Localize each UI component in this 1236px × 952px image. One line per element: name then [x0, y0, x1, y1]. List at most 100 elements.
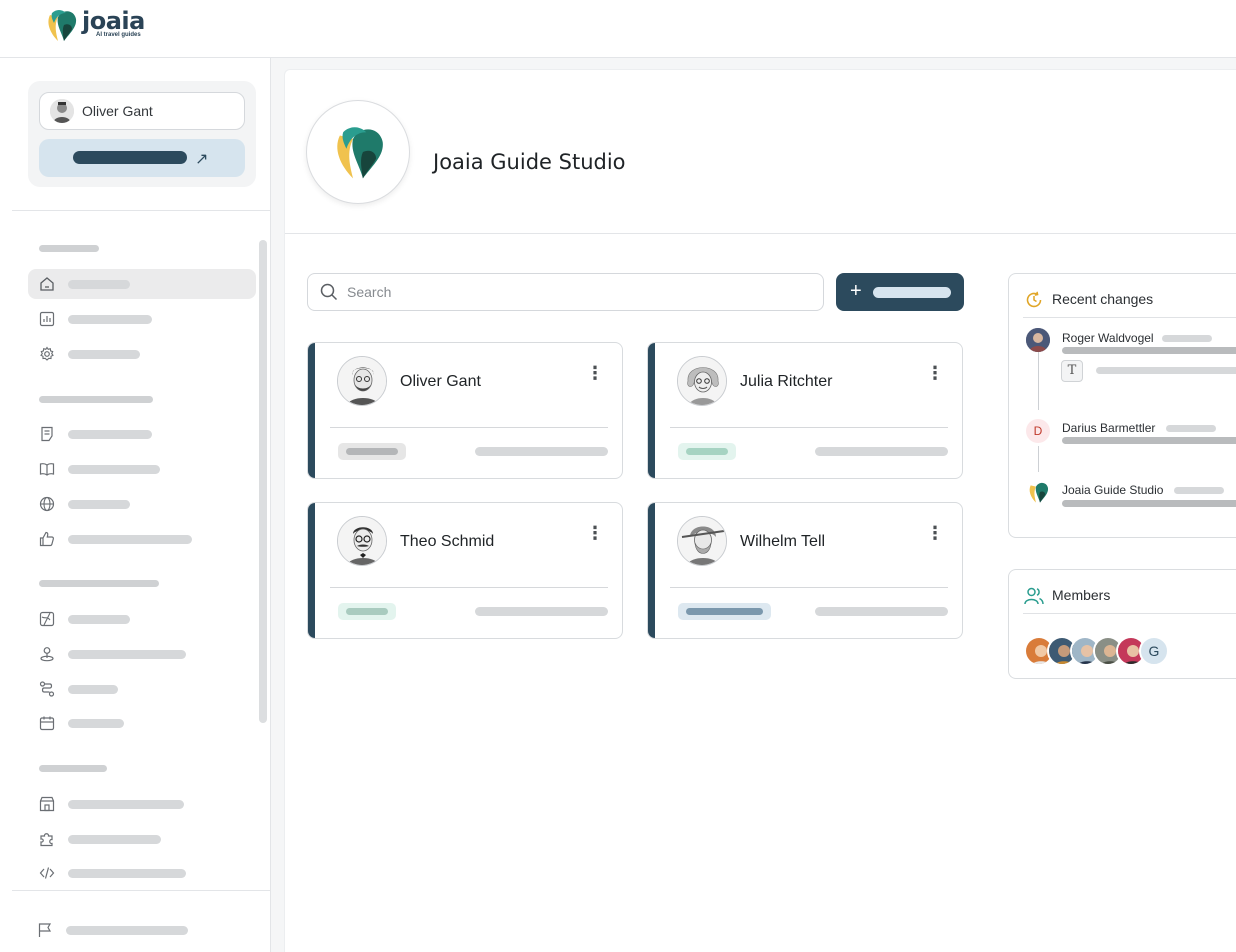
card-accent [648, 503, 655, 638]
nav-label-placeholder [68, 535, 192, 544]
change-avatar-initial: D [1026, 419, 1050, 443]
member-avatars: G [1024, 636, 1169, 666]
page-title: Joaia Guide Studio [433, 150, 626, 174]
guide-name: Julia Ritchter [740, 373, 833, 390]
nav-item-home[interactable] [28, 269, 256, 299]
nav-item-feedback[interactable] [28, 524, 256, 554]
change-time-placeholder [1166, 425, 1216, 432]
search-input[interactable] [347, 284, 787, 300]
panel-divider [1023, 613, 1236, 614]
more-options-icon[interactable]: ⋮ [586, 523, 604, 543]
puzzle-icon [40, 833, 53, 847]
nav-item-guides[interactable] [28, 454, 256, 484]
change-avatar [1026, 328, 1050, 352]
section-title-placeholder [39, 765, 107, 772]
guide-name: Oliver Gant [400, 373, 481, 390]
card-divider [670, 427, 948, 428]
member-avatar-initial[interactable]: G [1139, 636, 1169, 666]
sidebar: Oliver Gant ↗ [12, 58, 271, 952]
nav-item-report[interactable] [26, 915, 254, 945]
panel-title: Members [1052, 587, 1111, 603]
bar-chart-icon [39, 311, 55, 327]
add-guide-button[interactable]: + [836, 273, 964, 311]
timeline-line [1038, 352, 1039, 410]
nav-item-maps[interactable] [28, 604, 256, 634]
guide-card[interactable]: Julia Ritchter ⋮ [647, 342, 963, 479]
change-avatar [1026, 480, 1050, 504]
map-icon [39, 611, 55, 627]
card-meta-placeholder [475, 447, 608, 456]
nav-item-routes[interactable] [28, 674, 256, 704]
document-list-icon [41, 426, 53, 442]
guide-name: Theo Schmid [400, 533, 495, 550]
guide-avatar [677, 516, 727, 566]
guide-card[interactable]: Theo Schmid ⋮ [307, 502, 623, 639]
search-box[interactable] [307, 273, 824, 311]
top-bar: joaia AI travel guides [0, 0, 1236, 58]
nav-label-placeholder [68, 500, 130, 509]
nav-label-placeholder [68, 280, 130, 289]
button-label-placeholder [73, 151, 187, 164]
user-selector[interactable]: Oliver Gant [39, 92, 245, 130]
globe-icon [39, 496, 55, 512]
nav-label-placeholder [68, 615, 130, 624]
nav-label-placeholder [68, 835, 161, 844]
nav-label-placeholder [68, 315, 152, 324]
nav-item-languages[interactable] [28, 489, 256, 519]
main-content: Joaia Guide Studio + Oliver Gant ⋮ Julia… [284, 69, 1236, 952]
guide-avatar [337, 356, 387, 406]
guide-card[interactable]: Wilhelm Tell ⋮ [647, 502, 963, 639]
more-options-icon[interactable]: ⋮ [926, 523, 944, 543]
calendar-icon [39, 716, 55, 731]
flag-icon [38, 923, 52, 937]
card-meta-placeholder [815, 607, 948, 616]
nav-item-developer[interactable] [28, 858, 256, 888]
recent-changes-panel: Recent changes Roger Waldvogel T D Dariu… [1008, 273, 1236, 538]
studio-header: Joaia Guide Studio [285, 70, 1236, 234]
joaia-logo-icon [48, 10, 77, 41]
user-name: Oliver Gant [82, 103, 153, 119]
arrow-up-right-icon: ↗ [195, 151, 209, 168]
nav-item-calendar[interactable] [28, 708, 256, 738]
location-pin-icon [40, 647, 54, 662]
guide-avatar [337, 516, 387, 566]
open-book-icon [39, 463, 55, 476]
nav-item-organization[interactable] [28, 789, 256, 819]
users-icon [1024, 587, 1044, 605]
more-options-icon[interactable]: ⋮ [926, 363, 944, 383]
nav-item-content[interactable] [28, 419, 256, 449]
card-accent [308, 503, 315, 638]
guide-avatar [677, 356, 727, 406]
nav-item-analytics[interactable] [28, 304, 256, 334]
nav-item-places[interactable] [28, 639, 256, 669]
studio-logo[interactable] [306, 100, 410, 204]
sidebar-divider [12, 890, 271, 891]
route-icon [39, 681, 55, 697]
change-text-placeholder [1062, 500, 1236, 507]
nav-label-placeholder [68, 869, 186, 878]
change-time-placeholder [1174, 487, 1224, 494]
change-author: Roger Waldvogel [1062, 331, 1154, 345]
change-author: Darius Barmettler [1062, 421, 1156, 435]
change-text-placeholder [1062, 437, 1236, 444]
timeline-line [1038, 446, 1039, 472]
gear-icon [40, 346, 54, 361]
open-external-button[interactable]: ↗ [39, 139, 245, 177]
nav-item-settings[interactable] [28, 339, 256, 369]
change-time-placeholder [1162, 335, 1212, 342]
nav-label-placeholder [68, 350, 140, 359]
app-logo[interactable]: joaia AI travel guides [44, 7, 145, 43]
status-badge [678, 603, 771, 620]
plus-icon: + [850, 280, 862, 302]
nav-label-placeholder [68, 800, 184, 809]
sidebar-scrollbar[interactable] [259, 240, 267, 723]
nav-item-integrations[interactable] [28, 824, 256, 854]
guide-card[interactable]: Oliver Gant ⋮ [307, 342, 623, 479]
members-panel: Members G [1008, 569, 1236, 679]
more-options-icon[interactable]: ⋮ [586, 363, 604, 383]
panel-divider [1023, 317, 1236, 318]
card-accent [648, 343, 655, 478]
user-card: Oliver Gant ↗ [28, 81, 256, 187]
user-avatar [50, 99, 74, 123]
clock-history-icon [1026, 291, 1042, 308]
